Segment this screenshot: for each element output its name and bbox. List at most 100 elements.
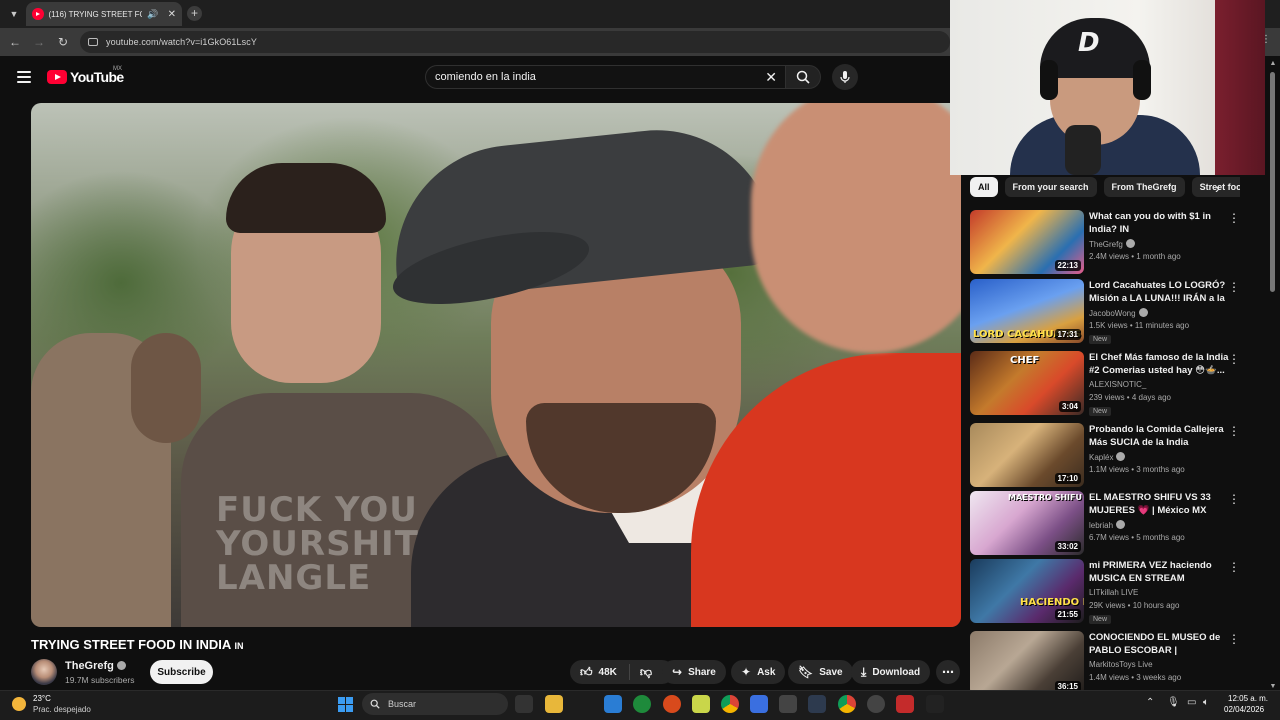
- app-icon[interactable]: [867, 695, 885, 713]
- address-bar[interactable]: youtube.com/watch?v=i1GkO61LscY: [80, 31, 950, 53]
- mic-icon[interactable]: 🎙︎: [1167, 697, 1180, 708]
- rec-title[interactable]: What can you do with $1 in India? IN: [1089, 210, 1229, 236]
- chip-from-search[interactable]: From your search: [1004, 177, 1097, 197]
- more-vertical-icon[interactable]: ⋮: [1228, 633, 1240, 645]
- rec-channel[interactable]: JacoboWong: [1089, 308, 1148, 318]
- capcut-icon[interactable]: [779, 695, 797, 713]
- weather-temperature[interactable]: 23°C: [33, 694, 51, 703]
- rec-title[interactable]: Lord Cacahuates LO LOGRÓ? Misión a LA LU…: [1089, 279, 1229, 305]
- video-thumbnail[interactable]: 22:13: [970, 210, 1084, 274]
- scroll-up-icon[interactable]: ▲: [1268, 60, 1278, 67]
- rec-title[interactable]: El Chef Más famoso de la India #2 Comeri…: [1089, 351, 1229, 377]
- reload-icon[interactable]: ↻: [55, 34, 71, 50]
- more-vertical-icon[interactable]: ⋮: [1228, 493, 1240, 505]
- weather-icon[interactable]: [12, 697, 26, 711]
- forward-icon[interactable]: →: [31, 34, 47, 50]
- search-button[interactable]: [785, 65, 821, 89]
- video-player[interactable]: FUCK YOU AND YOURSHITTY LANGLE: [31, 103, 961, 627]
- rec-channel[interactable]: TheGrefg: [1089, 239, 1135, 249]
- chip-from-channel[interactable]: From TheGrefg: [1103, 177, 1185, 197]
- recommendation-item[interactable]: 22:13 What can you do with $1 in India? …: [970, 210, 1250, 276]
- recommendation-item[interactable]: 36:15 CONOCIENDO EL MUSEO de PABLO ESCOB…: [970, 631, 1250, 697]
- video-thumbnail[interactable]: LORD CACAHUATES 17:31: [970, 279, 1084, 343]
- app-icon[interactable]: [926, 695, 944, 713]
- file-explorer-icon[interactable]: [545, 695, 563, 713]
- chevron-up-icon[interactable]: ⌃: [1146, 697, 1154, 708]
- app-icon[interactable]: [896, 695, 914, 713]
- more-vertical-icon[interactable]: ⋮: [1228, 425, 1240, 437]
- chip-all[interactable]: All: [970, 177, 998, 197]
- clock-date[interactable]: 02/04/2026: [1224, 705, 1264, 714]
- ask-button[interactable]: ✦ Ask: [731, 660, 786, 684]
- app-icon[interactable]: [663, 695, 681, 713]
- channel-avatar[interactable]: [31, 659, 57, 685]
- recommendation-item[interactable]: MAESTRO SHIFU 33:02 EL MAESTRO SHIFU VS …: [970, 491, 1250, 557]
- recommendation-item[interactable]: LORD CACAHUATES 17:31 Lord Cacahuates LO…: [970, 279, 1250, 345]
- rec-channel[interactable]: ALEXISNOTIC_: [1089, 380, 1146, 389]
- tab-search-icon[interactable]: ▼: [6, 6, 22, 22]
- volume-icon[interactable]: 🔈︎: [1203, 697, 1209, 708]
- verified-icon: [116, 661, 126, 670]
- audio-playing-icon[interactable]: 🔊: [147, 9, 158, 20]
- video-thumbnail[interactable]: HACIENDO MUS 21:55: [970, 559, 1084, 623]
- like-button[interactable]: 👍︎ 48K: [580, 665, 617, 680]
- recommendation-item[interactable]: CHEF 3:04 El Chef Más famoso de la India…: [970, 351, 1250, 417]
- duration-badge: 21:55: [1054, 609, 1081, 620]
- back-icon[interactable]: ←: [7, 34, 23, 50]
- new-tab-button[interactable]: +: [187, 6, 202, 21]
- chrome-icon[interactable]: [838, 695, 856, 713]
- rec-channel[interactable]: LITkillah LIVE: [1089, 588, 1138, 597]
- taskbar-search[interactable]: Buscar: [362, 693, 508, 715]
- app-icon[interactable]: [808, 695, 826, 713]
- rec-title[interactable]: mi PRIMERA VEZ haciendo MUSICA EN STREAM: [1089, 559, 1229, 585]
- menu-icon[interactable]: [17, 71, 31, 83]
- rec-channel[interactable]: Kapléx: [1089, 452, 1126, 462]
- app-icon[interactable]: [692, 695, 710, 713]
- save-button[interactable]: 🔖︎ Save: [788, 660, 853, 684]
- voice-search-button[interactable]: [832, 64, 858, 90]
- rec-title[interactable]: Probando la Comida Callejera Más SUCIA d…: [1089, 423, 1229, 449]
- app-icon[interactable]: [750, 695, 768, 713]
- youtube-favicon-icon: [32, 8, 44, 20]
- more-actions-button[interactable]: ⋯: [936, 660, 960, 684]
- video-thumbnail[interactable]: 36:15: [970, 631, 1084, 695]
- windows-start-icon[interactable]: [338, 697, 353, 712]
- rec-channel[interactable]: lebriah: [1089, 520, 1126, 530]
- channel-name[interactable]: TheGrefg: [65, 660, 126, 672]
- rec-title[interactable]: EL MAESTRO SHIFU VS 33 MUJERES 💗 | Méxic…: [1089, 491, 1229, 517]
- rec-meta: 29K views • 10 hours ago: [1089, 601, 1180, 610]
- subscribe-button[interactable]: Subscribe: [150, 660, 213, 684]
- network-icon[interactable]: ▭: [1187, 697, 1196, 708]
- more-vertical-icon[interactable]: ⋮: [1228, 353, 1240, 365]
- weather-description[interactable]: Prac. despejado: [33, 705, 91, 714]
- chrome-icon[interactable]: [721, 695, 739, 713]
- more-vertical-icon[interactable]: ⋮: [1228, 212, 1240, 224]
- scroll-down-icon[interactable]: ▼: [1268, 683, 1278, 690]
- clock-time[interactable]: 12:05 a. m.: [1228, 694, 1268, 703]
- rec-title[interactable]: CONOCIENDO EL MUSEO de PABLO ESCOBAR | M…: [1089, 631, 1229, 657]
- tab-close-icon[interactable]: ✕: [168, 9, 176, 20]
- site-info-icon[interactable]: [88, 38, 98, 46]
- thumbs-down-icon[interactable]: 👎︎: [640, 665, 652, 680]
- video-title: TRYING STREET FOOD IN INDIA IN: [31, 637, 244, 652]
- more-vertical-icon[interactable]: ⋮: [1228, 561, 1240, 573]
- epic-games-icon[interactable]: [515, 695, 533, 713]
- search-input[interactable]: [435, 71, 755, 83]
- app-icon[interactable]: [604, 695, 622, 713]
- xbox-icon[interactable]: [633, 695, 651, 713]
- more-vertical-icon[interactable]: ⋮: [1228, 281, 1240, 293]
- video-thumbnail[interactable]: MAESTRO SHIFU 33:02: [970, 491, 1084, 555]
- video-thumbnail[interactable]: CHEF 3:04: [970, 351, 1084, 415]
- scroll-thumb[interactable]: [1270, 72, 1275, 292]
- new-badge: New: [1089, 615, 1112, 624]
- chevron-right-icon[interactable]: ›: [1215, 181, 1220, 195]
- page-scrollbar[interactable]: ▲ ▼: [1268, 60, 1278, 690]
- browser-tab[interactable]: (116) TRYING STREET FOOD IN INDIA 🔊 ✕: [26, 2, 182, 26]
- close-icon[interactable]: ✕: [765, 70, 777, 84]
- recommendation-item[interactable]: 17:10 Probando la Comida Callejera Más S…: [970, 423, 1250, 489]
- recommendation-item[interactable]: HACIENDO MUS 21:55 mi PRIMERA VEZ hacien…: [970, 559, 1250, 625]
- rec-channel[interactable]: MarkitosToys Live: [1089, 660, 1153, 669]
- download-button[interactable]: ⤓ Download: [851, 660, 931, 684]
- share-button[interactable]: ↪ Share: [662, 660, 726, 684]
- video-thumbnail[interactable]: 17:10: [970, 423, 1084, 487]
